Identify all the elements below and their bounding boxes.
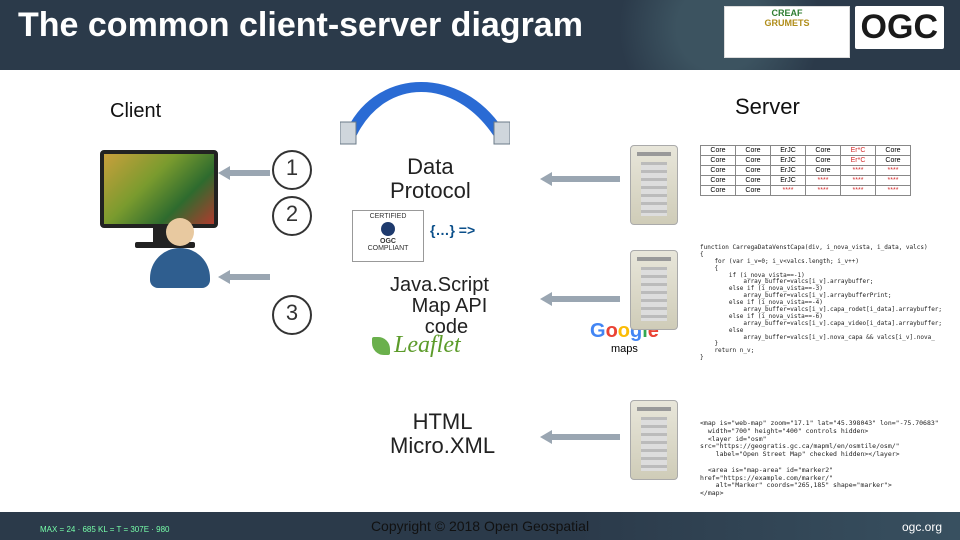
ethernet-cable-icon	[340, 60, 510, 150]
arrow-left-icon	[218, 270, 270, 289]
text: Data	[407, 154, 453, 179]
slide-title: The common client-server diagram	[18, 6, 583, 45]
table-cell: ErJC	[771, 166, 806, 176]
text: maps	[611, 343, 638, 355]
table-cell: Core	[806, 156, 841, 166]
grumets-logo: GRUMETS	[727, 19, 847, 29]
table-cell: Core	[806, 166, 841, 176]
leaflet-logo: Leaflet	[372, 332, 461, 359]
text: CERTIFIED	[353, 213, 423, 220]
arrow-left-icon	[540, 430, 620, 449]
sponsor-logos: CREAF GRUMETS	[724, 6, 850, 58]
js-map-api-label: Java.Script Map API code	[390, 275, 489, 338]
footer-site: ogc.org	[902, 520, 942, 534]
table-cell: Core	[701, 186, 736, 196]
table-cell: Core	[736, 166, 771, 176]
table-cell: ****	[771, 186, 806, 196]
text: HTML	[413, 409, 473, 434]
table-cell: Core	[876, 156, 911, 166]
server-icon	[630, 250, 678, 330]
table-cell: ****	[806, 186, 841, 196]
table-cell: Core	[701, 156, 736, 166]
text: OGC	[353, 238, 423, 245]
server-icon	[630, 400, 678, 480]
client-label: Client	[110, 100, 161, 123]
arrow-left-icon	[540, 172, 620, 191]
table-cell: ErJC	[771, 156, 806, 166]
table-cell: Core	[701, 146, 736, 156]
text: COMPLIANT	[353, 245, 423, 252]
table-cell: Core	[701, 166, 736, 176]
table-cell: ****	[841, 176, 876, 186]
table-cell: Er*C	[841, 156, 876, 166]
js-code-snippet: function CarregaDataVenstCapa(div, i_nov…	[700, 245, 950, 362]
table-cell: ****	[841, 166, 876, 176]
data-table: CoreCoreErJCCoreEr*CCoreCoreCoreErJCCore…	[700, 145, 911, 196]
table-cell: Core	[736, 176, 771, 186]
json-arrow-label: {…} =>	[430, 222, 475, 238]
table-cell: ****	[876, 186, 911, 196]
table-cell: ErJC	[771, 176, 806, 186]
table-cell: Core	[736, 146, 771, 156]
text: Protocol	[390, 178, 471, 203]
table-cell: ****	[841, 186, 876, 196]
table-cell: Core	[736, 186, 771, 196]
step-3-badge: 3	[272, 295, 312, 335]
ogc-compliant-badge: CERTIFIED OGC COMPLIANT	[352, 210, 424, 262]
table-cell: ErJC	[771, 146, 806, 156]
ogc-logo: OGC	[855, 6, 944, 49]
table-cell: ****	[876, 176, 911, 186]
user-icon	[150, 218, 210, 298]
table-cell: Core	[876, 146, 911, 156]
arrow-left-icon	[540, 292, 620, 311]
text: Micro.XML	[390, 433, 495, 458]
step-2-badge: 2	[272, 196, 312, 236]
leaf-icon	[372, 337, 390, 355]
table-cell: ****	[806, 176, 841, 186]
text: Map API	[412, 295, 488, 317]
step-1-badge: 1	[272, 150, 312, 190]
html-microxml-label: HTML Micro.XML	[390, 410, 495, 458]
server-icon	[630, 145, 678, 225]
table-cell: Core	[806, 146, 841, 156]
text: Leaflet	[394, 332, 461, 358]
table-cell: Core	[701, 176, 736, 186]
xml-code-snippet: <map is="web-map" zoom="17.1" lat="45.39…	[700, 420, 950, 498]
server-label: Server	[735, 94, 800, 120]
table-cell: Core	[736, 156, 771, 166]
arrow-left-icon	[218, 166, 270, 185]
table-cell: ****	[876, 166, 911, 176]
text: Java.Script	[390, 274, 489, 296]
data-protocol-label: Data Protocol	[390, 155, 471, 203]
copyright-text: Copyright © 2018 Open Geospatial	[0, 518, 960, 534]
table-cell: Er*C	[841, 146, 876, 156]
